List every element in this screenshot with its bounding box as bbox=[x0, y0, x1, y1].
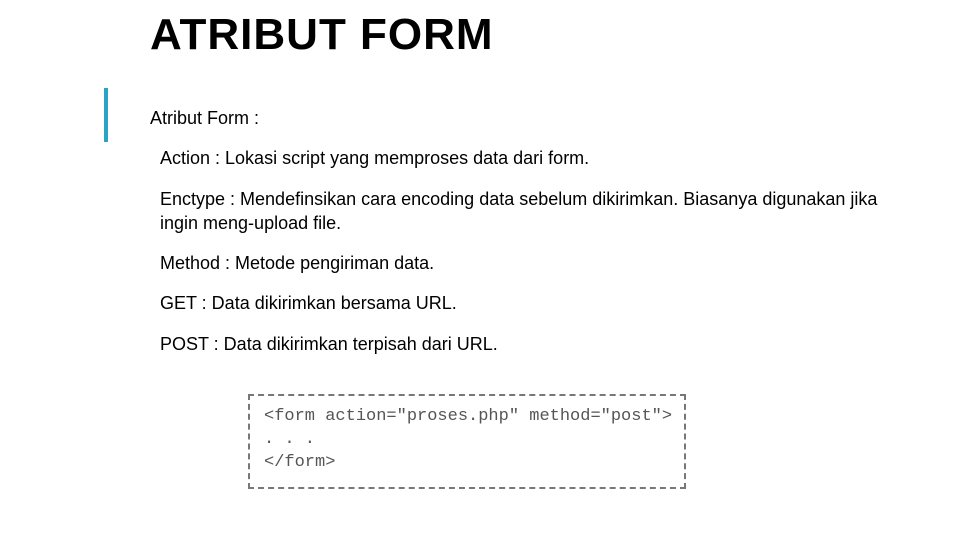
content-block: Atribut Form : Action : Lokasi script ya… bbox=[150, 106, 890, 372]
item-post: POST : Data dikirimkan terpisah dari URL… bbox=[160, 332, 890, 356]
item-method: Method : Metode pengiriman data. bbox=[160, 251, 890, 275]
item-get: GET : Data dikirimkan bersama URL. bbox=[160, 291, 890, 315]
code-line-2: . . . bbox=[264, 430, 315, 449]
item-enctype: Enctype : Mendefinsikan cara encoding da… bbox=[160, 187, 890, 236]
slide: ATRIBUT FORM Atribut Form : Action : Lok… bbox=[0, 0, 960, 540]
code-line-3: </form> bbox=[264, 453, 335, 472]
slide-title: ATRIBUT FORM bbox=[150, 10, 494, 60]
intro-text: Atribut Form : bbox=[150, 106, 890, 130]
code-snippet: <form action="proses.php" method="post">… bbox=[248, 394, 686, 489]
item-action: Action : Lokasi script yang memproses da… bbox=[160, 146, 890, 170]
accent-bar bbox=[104, 88, 108, 142]
code-line-1: <form action="proses.php" method="post"> bbox=[264, 407, 672, 426]
